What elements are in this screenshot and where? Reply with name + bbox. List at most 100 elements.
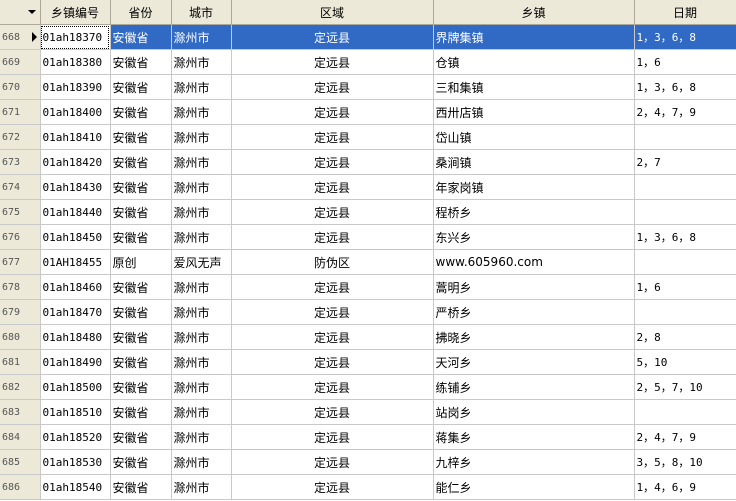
- column-header-city[interactable]: 城市: [171, 0, 232, 25]
- cell-town[interactable]: 东兴乡: [433, 224, 635, 250]
- column-header-town[interactable]: 乡镇: [433, 0, 635, 25]
- cell-city[interactable]: 滁州市: [171, 274, 232, 300]
- cell-dates[interactable]: 1，3，6，8: [634, 74, 736, 100]
- cell-code[interactable]: 01ah18480: [40, 324, 111, 350]
- cell-province[interactable]: 安徽省: [110, 74, 172, 100]
- cell-town[interactable]: 仓镇: [433, 49, 635, 75]
- column-header-code[interactable]: 乡镇编号: [40, 0, 111, 25]
- cell-dates[interactable]: 1，6: [634, 274, 736, 300]
- table-row[interactable]: 668 01ah18370 安徽省 滁州市 定远县 界牌集镇 1，3，6，8: [0, 24, 736, 50]
- cell-town[interactable]: 界牌集镇: [433, 24, 635, 50]
- cell-town[interactable]: 程桥乡: [433, 199, 635, 225]
- cell-city[interactable]: 滁州市: [171, 124, 232, 150]
- cell-town[interactable]: 三和集镇: [433, 74, 635, 100]
- cell-dates[interactable]: [634, 399, 736, 425]
- cell-city[interactable]: 滁州市: [171, 49, 232, 75]
- cell-province[interactable]: 原创: [110, 249, 172, 275]
- cell-code[interactable]: 01ah18440: [40, 199, 111, 225]
- cell-city[interactable]: 滁州市: [171, 474, 232, 500]
- cell-town[interactable]: 天河乡: [433, 349, 635, 375]
- cell-town[interactable]: 九梓乡: [433, 449, 635, 475]
- cell-code[interactable]: 01ah18420: [40, 149, 111, 175]
- cell-town[interactable]: www.605960.com: [433, 249, 635, 275]
- cell-city[interactable]: 滁州市: [171, 149, 232, 175]
- cell-district[interactable]: 定远县: [231, 149, 434, 175]
- cell-province[interactable]: 安徽省: [110, 449, 172, 475]
- cell-town[interactable]: 拂晓乡: [433, 324, 635, 350]
- cell-province[interactable]: 安徽省: [110, 224, 172, 250]
- cell-district[interactable]: 定远县: [231, 299, 434, 325]
- table-row[interactable]: 685 01ah18530 安徽省 滁州市 定远县 九梓乡 3，5，8，10: [0, 449, 736, 475]
- table-row[interactable]: 676 01ah18450 安徽省 滁州市 定远县 东兴乡 1，3，6，8: [0, 224, 736, 250]
- cell-district[interactable]: 定远县: [231, 424, 434, 450]
- cell-town[interactable]: 岱山镇: [433, 124, 635, 150]
- cell-code[interactable]: 01ah18540: [40, 474, 111, 500]
- table-row[interactable]: 671 01ah18400 安徽省 滁州市 定远县 西卅店镇 2，4，7，9: [0, 99, 736, 125]
- cell-province[interactable]: 安徽省: [110, 124, 172, 150]
- cell-town[interactable]: 西卅店镇: [433, 99, 635, 125]
- cell-dates[interactable]: 2，4，7，9: [634, 99, 736, 125]
- table-row[interactable]: 673 01ah18420 安徽省 滁州市 定远县 桑涧镇 2，7: [0, 149, 736, 175]
- table-row[interactable]: 683 01ah18510 安徽省 滁州市 定远县 站岗乡: [0, 399, 736, 425]
- cell-district[interactable]: 定远县: [231, 449, 434, 475]
- column-chooser-button[interactable]: [0, 0, 41, 25]
- cell-province[interactable]: 安徽省: [110, 99, 172, 125]
- cell-district[interactable]: 定远县: [231, 199, 434, 225]
- cell-city[interactable]: 滁州市: [171, 99, 232, 125]
- column-header-province[interactable]: 省份: [110, 0, 172, 25]
- cell-town[interactable]: 严桥乡: [433, 299, 635, 325]
- cell-dates[interactable]: 2，5，7，10: [634, 374, 736, 400]
- cell-city[interactable]: 滁州市: [171, 349, 232, 375]
- cell-dates[interactable]: [634, 249, 736, 275]
- cell-district[interactable]: 防伪区: [231, 249, 434, 275]
- table-row[interactable]: 680 01ah18480 安徽省 滁州市 定远县 拂晓乡 2，8: [0, 324, 736, 350]
- cell-code[interactable]: 01ah18400: [40, 99, 111, 125]
- cell-code[interactable]: 01ah18380: [40, 49, 111, 75]
- cell-province[interactable]: 安徽省: [110, 24, 172, 50]
- cell-code[interactable]: 01ah18460: [40, 274, 111, 300]
- cell-city[interactable]: 爱风无声: [171, 249, 232, 275]
- cell-city[interactable]: 滁州市: [171, 24, 232, 50]
- cell-district[interactable]: 定远县: [231, 49, 434, 75]
- cell-town[interactable]: 能仁乡: [433, 474, 635, 500]
- cell-code[interactable]: 01ah18510: [40, 399, 111, 425]
- cell-district[interactable]: 定远县: [231, 174, 434, 200]
- cell-town[interactable]: 蒿明乡: [433, 274, 635, 300]
- table-row[interactable]: 672 01ah18410 安徽省 滁州市 定远县 岱山镇: [0, 124, 736, 150]
- cell-district[interactable]: 定远县: [231, 349, 434, 375]
- cell-dates[interactable]: 1，4，6，9: [634, 474, 736, 500]
- cell-city[interactable]: 滁州市: [171, 374, 232, 400]
- cell-code[interactable]: 01AH18455: [40, 249, 111, 275]
- cell-district[interactable]: 定远县: [231, 74, 434, 100]
- cell-dates[interactable]: [634, 174, 736, 200]
- cell-province[interactable]: 安徽省: [110, 174, 172, 200]
- table-row[interactable]: 686 01ah18540 安徽省 滁州市 定远县 能仁乡 1，4，6，9: [0, 474, 736, 500]
- table-row[interactable]: 679 01ah18470 安徽省 滁州市 定远县 严桥乡: [0, 299, 736, 325]
- table-row[interactable]: 669 01ah18380 安徽省 滁州市 定远县 仓镇 1，6: [0, 49, 736, 75]
- cell-code[interactable]: 01ah18410: [40, 124, 111, 150]
- table-row[interactable]: 670 01ah18390 安徽省 滁州市 定远县 三和集镇 1，3，6，8: [0, 74, 736, 100]
- cell-town[interactable]: 年家岗镇: [433, 174, 635, 200]
- column-header-dates[interactable]: 日期: [634, 0, 736, 25]
- cell-city[interactable]: 滁州市: [171, 399, 232, 425]
- cell-district[interactable]: 定远县: [231, 274, 434, 300]
- cell-code[interactable]: 01ah18530: [40, 449, 111, 475]
- cell-town[interactable]: 站岗乡: [433, 399, 635, 425]
- cell-city[interactable]: 滁州市: [171, 449, 232, 475]
- cell-province[interactable]: 安徽省: [110, 199, 172, 225]
- cell-dates[interactable]: [634, 124, 736, 150]
- cell-dates[interactable]: 1，3，6，8: [634, 24, 736, 50]
- cell-province[interactable]: 安徽省: [110, 299, 172, 325]
- cell-dates[interactable]: 2，7: [634, 149, 736, 175]
- cell-province[interactable]: 安徽省: [110, 424, 172, 450]
- table-row[interactable]: 674 01ah18430 安徽省 滁州市 定远县 年家岗镇: [0, 174, 736, 200]
- table-row[interactable]: 677 01AH18455 原创 爱风无声 防伪区 www.605960.com: [0, 249, 736, 275]
- cell-district[interactable]: 定远县: [231, 124, 434, 150]
- cell-dates[interactable]: 2，4，7，9: [634, 424, 736, 450]
- cell-province[interactable]: 安徽省: [110, 324, 172, 350]
- cell-city[interactable]: 滁州市: [171, 424, 232, 450]
- cell-code[interactable]: 01ah18490: [40, 349, 111, 375]
- cell-city[interactable]: 滁州市: [171, 299, 232, 325]
- cell-town[interactable]: 练铺乡: [433, 374, 635, 400]
- cell-dates[interactable]: 2，8: [634, 324, 736, 350]
